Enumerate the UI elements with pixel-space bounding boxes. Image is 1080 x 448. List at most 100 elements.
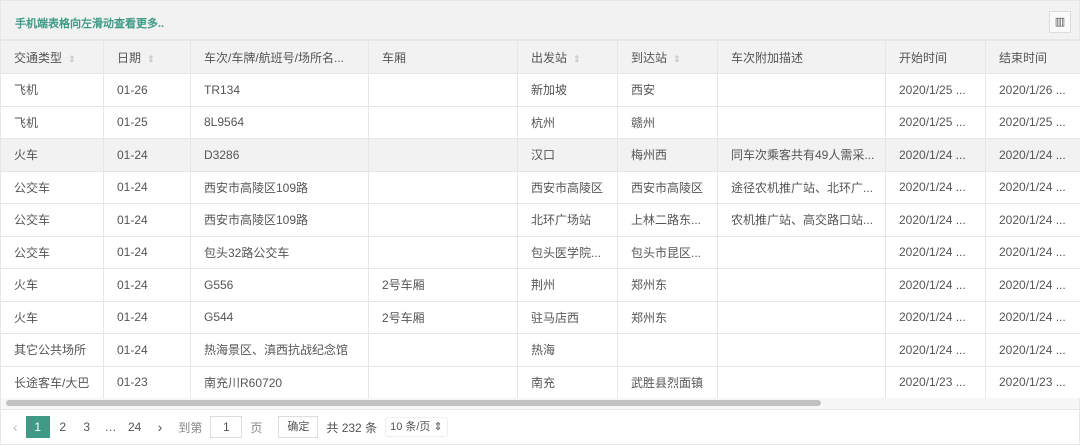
- page-size-select[interactable]: 10 条/页 ⇕: [385, 417, 448, 437]
- table-cell: 01-24: [103, 300, 191, 334]
- column-header: 开始时间: [885, 40, 986, 74]
- column-header[interactable]: 日期 ⇕: [103, 40, 191, 74]
- table-cell: 2020/1/24 ...: [885, 268, 986, 302]
- table-cell: 火车: [0, 268, 104, 302]
- table-cell: 上林二路东...: [617, 203, 718, 237]
- page-ellipsis[interactable]: …: [100, 420, 122, 434]
- table-cell: 01-24: [103, 138, 191, 172]
- scroll-hint: 手机端表格向左滑动查看更多..: [15, 18, 165, 30]
- table-cell: 2020/1/24 ...: [885, 333, 986, 367]
- header-label: 结束时间: [999, 50, 1048, 65]
- column-header[interactable]: 交通类型 ⇕: [0, 40, 104, 74]
- page-3[interactable]: 3: [76, 420, 98, 434]
- table-cell: 郑州东: [617, 268, 718, 302]
- table-cell: 2020/1/24 ...: [885, 235, 986, 269]
- header-label: 车厢: [382, 50, 407, 65]
- page-1[interactable]: 1: [25, 416, 50, 438]
- table-row[interactable]: 公交车 01-24 西安市高陵区109路 西安市高陵区 西安市高陵区 途径农机推广站、北环…: [0, 170, 1080, 204]
- table-cell: 梅州西: [617, 138, 718, 172]
- table-row[interactable]: 飞机 01-25 8L9564 杭州 赣州 2020/1/25 ... 2020/1/25 …: [0, 105, 1080, 139]
- table-cell: 01-26: [103, 73, 191, 107]
- sort-icon[interactable]: ⇕: [147, 54, 155, 64]
- table-row[interactable]: 火车 01-24 G556 2号车厢 荆州 郑州东 2020/1/24 ... 2020/1/…: [0, 268, 1080, 302]
- table-cell: 包头市昆区...: [617, 235, 718, 269]
- table-cell: 2020/1/24 ...: [985, 333, 1080, 367]
- table-cell: [368, 105, 518, 139]
- table-cell: 南充: [517, 365, 618, 399]
- prev-page-button[interactable]: ‹: [13, 419, 18, 435]
- page-input[interactable]: 1: [210, 416, 243, 438]
- sort-icon[interactable]: ⇕: [573, 54, 581, 64]
- page-24[interactable]: 24: [124, 420, 146, 434]
- table-cell: 汉口: [517, 138, 618, 172]
- table-cell: 2020/1/23 ...: [985, 365, 1080, 399]
- table-cell: 8L9564: [190, 105, 369, 139]
- table-cell: 南充川R60720: [190, 365, 369, 399]
- table-cell: 2020/1/24 ...: [885, 138, 986, 172]
- table-row[interactable]: 飞机 01-26 TR134 新加坡 西安 2020/1/25 ... 2020/1/26 …: [0, 73, 1080, 107]
- table-row[interactable]: 公交车 01-24 包头32路公交车 包头医学院... 包头市昆区... 2020/1/2…: [0, 235, 1080, 269]
- table-cell: [368, 365, 518, 399]
- sort-icon[interactable]: ⇕: [68, 54, 76, 64]
- table-row[interactable]: 火车 01-24 G544 2号车厢 驻马店西 郑州东 2020/1/24 ... 2020/…: [0, 300, 1080, 334]
- column-header[interactable]: 到达站 ⇕: [617, 40, 718, 74]
- table-row[interactable]: 其它公共场所 01-24 热海景区、滇西抗战纪念馆 热海 2020/1/24 ... 20…: [0, 333, 1080, 367]
- column-header[interactable]: 出发站 ⇕: [517, 40, 618, 74]
- table-cell: 火车: [0, 300, 104, 334]
- table-cell: [717, 365, 886, 399]
- table-cell: 01-24: [103, 268, 191, 302]
- table-cell: 01-24: [103, 235, 191, 269]
- goto-label: 到第: [178, 420, 203, 435]
- table-cell: 01-24: [103, 333, 191, 367]
- table-cell: 2020/1/24 ...: [985, 138, 1080, 172]
- table-row[interactable]: 公交车 01-24 西安市高陵区109路 北环广场站 上林二路东... 农机推广站、高交路…: [0, 203, 1080, 237]
- table-cell: 热海景区、滇西抗战纪念馆: [190, 333, 369, 367]
- sort-icon[interactable]: ⇕: [673, 54, 681, 64]
- table-cell: 长途客车/大巴: [0, 365, 104, 399]
- page-unit-label: 页: [250, 420, 263, 435]
- table-row[interactable]: 火车 01-24 D3286 汉口 梅州西 同车次乘客共有49人需采... 2020/1/2…: [0, 138, 1080, 172]
- table-cell: 驻马店西: [517, 300, 618, 334]
- table-cell: 2020/1/23 ...: [885, 365, 986, 399]
- next-page-button[interactable]: ›: [158, 419, 163, 435]
- table-cell: G556: [190, 268, 369, 302]
- table-cell: 2020/1/24 ...: [985, 268, 1080, 302]
- table-cell: 2020/1/24 ...: [985, 203, 1080, 237]
- horizontal-scrollbar[interactable]: [0, 398, 1080, 409]
- table-cell: 01-25: [103, 105, 191, 139]
- table-cell: 公交车: [0, 170, 104, 204]
- table-cell: 2020/1/24 ...: [885, 203, 986, 237]
- table-cell: 2号车厢: [368, 300, 518, 334]
- table-cell: [368, 235, 518, 269]
- table-cell: [368, 170, 518, 204]
- column-header: 车次/车牌/航班号/场所名...: [190, 40, 369, 74]
- table-cell: 西安市高陵区: [617, 170, 718, 204]
- table-row[interactable]: 长途客车/大巴 01-23 南充川R60720 南充 武胜县烈面镇 2020/1/23 .…: [0, 365, 1080, 399]
- table-cell: 2020/1/24 ...: [885, 300, 986, 334]
- table-cell: 途径农机推广站、北环广...: [717, 170, 886, 204]
- table-cell: 农机推广站、高交路口站...: [717, 203, 886, 237]
- table-cell: [368, 333, 518, 367]
- table-cell: 武胜县烈面镇: [617, 365, 718, 399]
- scrollbar-thumb[interactable]: [6, 400, 821, 406]
- table-cell: 2020/1/24 ...: [985, 170, 1080, 204]
- data-table: 交通类型 ⇕ 日期 ⇕ 车次/车牌/航班号/场所名... 车厢 出发站 ⇕ 到达站 ⇕ 车次附加描述…: [0, 40, 1080, 399]
- header-label: 出发站: [531, 50, 568, 65]
- header-label: 到达站: [631, 50, 668, 65]
- table-cell: G544: [190, 300, 369, 334]
- table-cell: 西安: [617, 73, 718, 107]
- table-cell: 01-24: [103, 170, 191, 204]
- columns-icon[interactable]: ▥: [1049, 11, 1071, 33]
- table-cell: [368, 73, 518, 107]
- confirm-button[interactable]: 确定: [278, 416, 319, 438]
- table-cell: 飞机: [0, 73, 104, 107]
- table-cell: 赣州: [617, 105, 718, 139]
- total-count: 共 232 条: [326, 420, 378, 435]
- table-cell: 热海: [517, 333, 618, 367]
- pagination: ‹ 1 2 3 … 24 › 到第 1 页 确定 共 232 条 10 条/页 …: [0, 409, 1080, 445]
- table-cell: 01-24: [103, 203, 191, 237]
- page-2[interactable]: 2: [52, 420, 74, 434]
- table-cell: 2020/1/24 ...: [885, 170, 986, 204]
- table-cell: 西安市高陵区109路: [190, 203, 369, 237]
- table-cell: 2020/1/25 ...: [885, 73, 986, 107]
